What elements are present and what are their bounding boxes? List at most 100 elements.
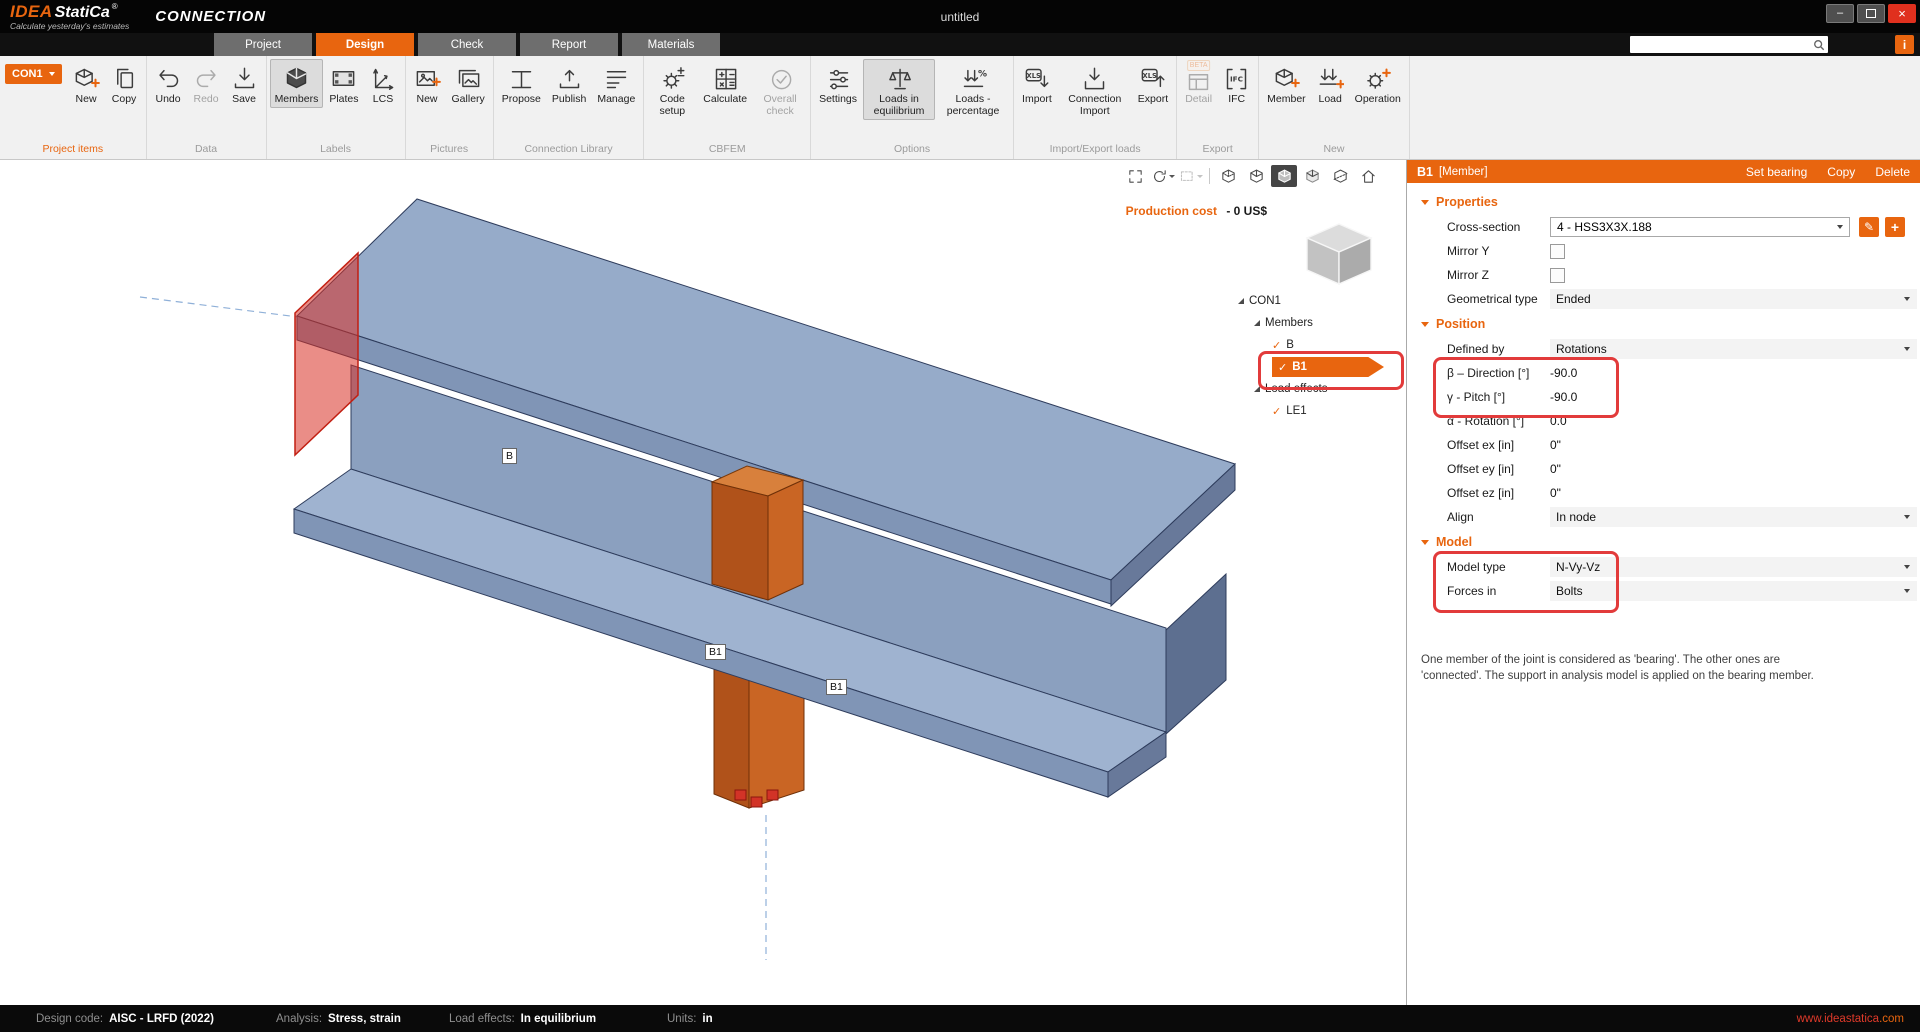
cross-section-dropdown[interactable]: 4 - HSS3X3X.188 [1550,217,1850,237]
website-link[interactable]: www.ideastatica .com [1797,1005,1904,1032]
undo-button[interactable]: Undo [150,59,187,108]
ifc-export-icon: IFC [1223,64,1250,92]
section-view-button[interactable] [1327,165,1353,187]
checked-checkbox-icon[interactable] [1272,339,1281,352]
new-member-button[interactable]: Member [1262,59,1311,108]
row-geometrical-type: Geometrical type Ended [1407,287,1920,311]
tab-design[interactable]: Design [316,33,414,56]
selected-item-pill[interactable]: B1 [1272,357,1384,377]
propose-button[interactable]: Propose [497,59,546,108]
con1-dropdown-button[interactable]: CON1 [5,64,62,84]
tab-check[interactable]: Check [418,33,516,56]
logo-registered-mark: ® [112,2,118,11]
bearing-plate-highlight[interactable] [295,253,358,455]
view-hidden-line-button[interactable] [1243,165,1269,187]
ifc-export-button[interactable]: IFC IFC [1218,59,1255,108]
tree-node-con1[interactable]: CON1 [1238,290,1384,312]
loads-percentage-toggle[interactable]: % Loads - percentage [936,59,1010,120]
section-properties[interactable]: Properties [1407,189,1920,215]
tab-report[interactable]: Report [520,33,618,56]
offset-ey-input[interactable]: 0" [1550,462,1561,476]
3d-scene[interactable] [0,160,1406,1005]
section-model[interactable]: Model [1407,529,1920,555]
manage-button[interactable]: Manage [592,59,640,108]
add-cross-section-button[interactable] [1885,217,1905,237]
tab-materials[interactable]: Materials [622,33,720,56]
fit-view-button[interactable] [1122,165,1148,187]
publish-button[interactable]: Publish [547,59,591,108]
xls-import-button[interactable]: XLS Import [1017,59,1057,108]
rotate-view-dropdown[interactable] [1150,165,1176,187]
member-b1-upper[interactable] [712,466,803,600]
connection-import-button[interactable]: Connection Import [1058,59,1132,120]
code-setup-button[interactable]: Code setup [647,59,697,120]
toolbar-divider [1209,168,1210,184]
labels-lcs-toggle[interactable]: LCS [365,59,402,108]
close-button[interactable] [1888,4,1916,23]
edit-cross-section-button[interactable] [1859,217,1879,237]
view-transparent-button[interactable] [1299,165,1325,187]
offset-ex-input[interactable]: 0" [1550,438,1561,452]
view-shaded-button[interactable] [1271,165,1297,187]
picture-new-button[interactable]: New [409,59,446,108]
tab-project[interactable]: Project [214,33,312,56]
forces-in-dropdown[interactable]: Bolts [1550,581,1917,601]
picture-gallery-button[interactable]: Gallery [447,59,490,108]
info-button[interactable]: i [1895,35,1914,54]
search-input[interactable] [1630,36,1813,53]
section-position[interactable]: Position [1407,311,1920,337]
maximize-button[interactable] [1857,4,1885,23]
selection-mode-dropdown[interactable] [1178,165,1204,187]
search-icon[interactable] [1813,39,1825,51]
expander-icon[interactable] [1238,298,1244,304]
delete-member-button[interactable]: Delete [1875,165,1910,179]
ribbon-group-new: Member Load Operation New [1259,56,1410,159]
new-load-button[interactable]: Load [1312,59,1349,108]
offset-ez-input[interactable]: 0" [1550,486,1561,500]
save-button[interactable]: Save [226,59,263,108]
tree-node-members[interactable]: Members [1238,312,1384,334]
tree-item-b[interactable]: B [1238,334,1384,356]
3d-viewport[interactable]: B B1 B1 [0,160,1406,1005]
document-title: untitled [0,10,1920,24]
view-cube[interactable] [1297,218,1381,293]
view-wireframe-button[interactable] [1215,165,1241,187]
new-operation-button[interactable]: Operation [1350,59,1406,108]
overall-check-button[interactable]: Overall check [753,59,807,120]
xls-export-button[interactable]: XLS Export [1133,59,1173,108]
copy-project-item-button[interactable]: Copy [106,59,143,108]
redo-button[interactable]: Redo [188,59,225,108]
detail-export-button[interactable]: BETA Detail [1180,59,1217,108]
set-bearing-button[interactable]: Set bearing [1746,165,1807,179]
defined-by-dropdown[interactable]: Rotations [1550,339,1917,359]
gamma-pitch-input[interactable]: -90.0 [1550,390,1577,404]
loads-in-equilibrium-toggle[interactable]: Loads in equilibrium [863,59,935,120]
minimize-button[interactable] [1826,4,1854,23]
row-mirror-y: Mirror Y [1407,239,1920,263]
calculate-button[interactable]: Calculate [698,59,752,108]
connection-import-icon [1081,64,1108,92]
align-dropdown[interactable]: In node [1550,507,1917,527]
labels-members-toggle[interactable]: Members [270,59,324,108]
settings-button[interactable]: Settings [814,59,862,108]
tree-item-b1-selected[interactable]: B1 [1238,356,1384,378]
tree-node-load-effects[interactable]: Load effects [1238,378,1384,400]
mirror-y-checkbox[interactable] [1550,244,1565,259]
model-type-dropdown[interactable]: N-Vy-Vz [1550,557,1917,577]
beta-direction-input[interactable]: -90.0 [1550,366,1577,380]
labels-plates-toggle[interactable]: Plates [324,59,363,108]
copy-member-button[interactable]: Copy [1827,165,1855,179]
new-project-item-button[interactable]: New [68,59,105,108]
tree-item-le1[interactable]: LE1 [1238,400,1384,422]
geometrical-type-dropdown[interactable]: Ended [1550,289,1917,309]
row-mirror-z: Mirror Z [1407,263,1920,287]
home-view-button[interactable] [1355,165,1381,187]
alpha-rotation-input[interactable]: 0.0 [1550,414,1567,428]
expander-icon[interactable] [1254,320,1260,326]
mirror-z-checkbox[interactable] [1550,268,1565,283]
expander-icon[interactable] [1254,386,1260,392]
cube-hidden-line-icon [1248,168,1265,185]
checked-checkbox-icon[interactable] [1278,361,1287,374]
code-setup-gear-icon [659,64,686,92]
checked-checkbox-icon[interactable] [1272,405,1281,418]
